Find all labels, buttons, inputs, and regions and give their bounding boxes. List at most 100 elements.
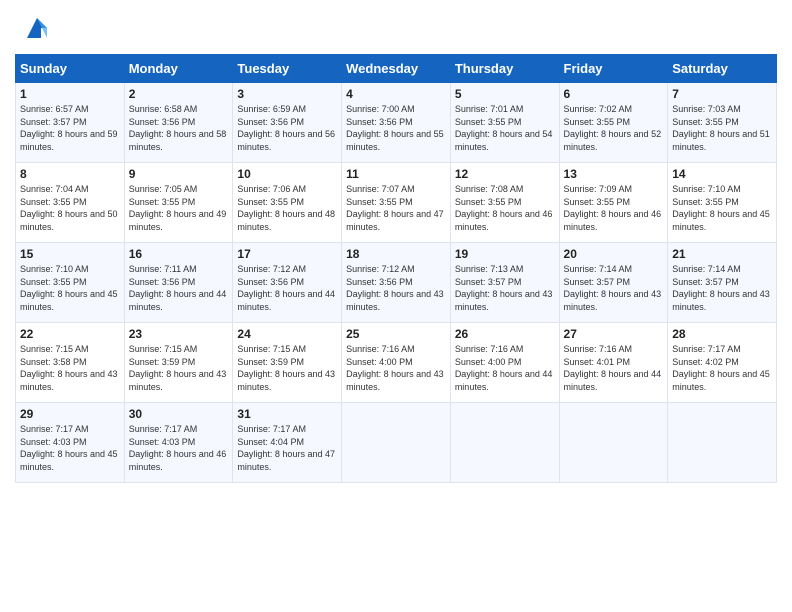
day-info: Sunrise: 7:08 AMSunset: 3:55 PMDaylight:…	[455, 183, 555, 233]
day-number: 4	[346, 87, 446, 101]
day-number: 13	[564, 167, 664, 181]
day-number: 19	[455, 247, 555, 261]
calendar-cell: 13 Sunrise: 7:09 AMSunset: 3:55 PMDayligh…	[559, 163, 668, 243]
calendar-cell: 17 Sunrise: 7:12 AMSunset: 3:56 PMDayligh…	[233, 243, 342, 323]
calendar-cell: 4 Sunrise: 7:00 AMSunset: 3:56 PMDaylight…	[342, 83, 451, 163]
calendar-cell: 12Sunrise: 7:08 AMSunset: 3:55 PMDayligh…	[450, 163, 559, 243]
weekday-header-wednesday: Wednesday	[342, 55, 451, 83]
calendar-cell: 22 Sunrise: 7:15 AMSunset: 3:58 PMDayligh…	[16, 323, 125, 403]
day-number: 2	[129, 87, 229, 101]
day-info: Sunrise: 6:58 AMSunset: 3:56 PMDaylight:…	[129, 103, 229, 153]
day-info: Sunrise: 7:07 AMSunset: 3:55 PMDaylight:…	[346, 183, 446, 233]
page-container: SundayMondayTuesdayWednesdayThursdayFrid…	[0, 0, 792, 493]
calendar-cell: 20 Sunrise: 7:14 AMSunset: 3:57 PMDayligh…	[559, 243, 668, 323]
day-info: Sunrise: 7:05 AMSunset: 3:55 PMDaylight:…	[129, 183, 229, 233]
page-header	[15, 10, 777, 46]
day-number: 5	[455, 87, 555, 101]
day-info: Sunrise: 6:57 AMSunset: 3:57 PMDaylight:…	[20, 103, 120, 153]
day-number: 16	[129, 247, 229, 261]
weekday-header-row: SundayMondayTuesdayWednesdayThursdayFrid…	[16, 55, 777, 83]
calendar-cell: 9 Sunrise: 7:05 AMSunset: 3:55 PMDaylight…	[124, 163, 233, 243]
day-number: 29	[20, 407, 120, 421]
day-info: Sunrise: 7:16 AMSunset: 4:00 PMDaylight:…	[346, 343, 446, 393]
day-info: Sunrise: 7:06 AMSunset: 3:55 PMDaylight:…	[237, 183, 337, 233]
calendar-cell: 6 Sunrise: 7:02 AMSunset: 3:55 PMDaylight…	[559, 83, 668, 163]
calendar-cell: 26Sunrise: 7:16 AMSunset: 4:00 PMDayligh…	[450, 323, 559, 403]
weekday-header-sunday: Sunday	[16, 55, 125, 83]
calendar-cell	[668, 403, 777, 483]
day-info: Sunrise: 7:17 AMSunset: 4:03 PMDaylight:…	[129, 423, 229, 473]
calendar-cell: 7 Sunrise: 7:03 AMSunset: 3:55 PMDaylight…	[668, 83, 777, 163]
day-info: Sunrise: 6:59 AMSunset: 3:56 PMDaylight:…	[237, 103, 337, 153]
day-info: Sunrise: 7:04 AMSunset: 3:55 PMDaylight:…	[20, 183, 120, 233]
calendar-cell: 30 Sunrise: 7:17 AMSunset: 4:03 PMDayligh…	[124, 403, 233, 483]
weekday-header-friday: Friday	[559, 55, 668, 83]
calendar-table: SundayMondayTuesdayWednesdayThursdayFrid…	[15, 54, 777, 483]
day-info: Sunrise: 7:15 AMSunset: 3:58 PMDaylight:…	[20, 343, 120, 393]
day-number: 22	[20, 327, 120, 341]
calendar-cell: 1Sunrise: 6:57 AMSunset: 3:57 PMDaylight…	[16, 83, 125, 163]
calendar-cell	[559, 403, 668, 483]
week-row-3: 15 Sunrise: 7:10 AMSunset: 3:55 PMDayligh…	[16, 243, 777, 323]
week-row-1: 1Sunrise: 6:57 AMSunset: 3:57 PMDaylight…	[16, 83, 777, 163]
day-info: Sunrise: 7:11 AMSunset: 3:56 PMDaylight:…	[129, 263, 229, 313]
calendar-cell: 5 Sunrise: 7:01 AMSunset: 3:55 PMDaylight…	[450, 83, 559, 163]
day-number: 27	[564, 327, 664, 341]
day-number: 20	[564, 247, 664, 261]
day-number: 23	[129, 327, 229, 341]
day-number: 15	[20, 247, 120, 261]
logo	[15, 10, 55, 46]
day-number: 10	[237, 167, 337, 181]
day-number: 17	[237, 247, 337, 261]
day-info: Sunrise: 7:00 AMSunset: 3:56 PMDaylight:…	[346, 103, 446, 153]
calendar-cell: 2 Sunrise: 6:58 AMSunset: 3:56 PMDaylight…	[124, 83, 233, 163]
day-info: Sunrise: 7:01 AMSunset: 3:55 PMDaylight:…	[455, 103, 555, 153]
calendar-cell: 16 Sunrise: 7:11 AMSunset: 3:56 PMDayligh…	[124, 243, 233, 323]
weekday-header-thursday: Thursday	[450, 55, 559, 83]
logo-icon	[19, 10, 55, 46]
day-info: Sunrise: 7:15 AMSunset: 3:59 PMDaylight:…	[237, 343, 337, 393]
day-number: 8	[20, 167, 120, 181]
day-number: 26	[455, 327, 555, 341]
calendar-cell: 3 Sunrise: 6:59 AMSunset: 3:56 PMDaylight…	[233, 83, 342, 163]
day-info: Sunrise: 7:13 AMSunset: 3:57 PMDaylight:…	[455, 263, 555, 313]
calendar-cell: 10 Sunrise: 7:06 AMSunset: 3:55 PMDayligh…	[233, 163, 342, 243]
weekday-header-saturday: Saturday	[668, 55, 777, 83]
day-number: 3	[237, 87, 337, 101]
day-info: Sunrise: 7:17 AMSunset: 4:03 PMDaylight:…	[20, 423, 120, 473]
calendar-cell: 25 Sunrise: 7:16 AMSunset: 4:00 PMDayligh…	[342, 323, 451, 403]
day-info: Sunrise: 7:02 AMSunset: 3:55 PMDaylight:…	[564, 103, 664, 153]
week-row-2: 8 Sunrise: 7:04 AMSunset: 3:55 PMDaylight…	[16, 163, 777, 243]
day-number: 7	[672, 87, 772, 101]
calendar-cell: 18 Sunrise: 7:12 AMSunset: 3:56 PMDayligh…	[342, 243, 451, 323]
day-number: 6	[564, 87, 664, 101]
calendar-cell: 24Sunrise: 7:15 AMSunset: 3:59 PMDayligh…	[233, 323, 342, 403]
calendar-cell	[450, 403, 559, 483]
weekday-header-monday: Monday	[124, 55, 233, 83]
day-info: Sunrise: 7:09 AMSunset: 3:55 PMDaylight:…	[564, 183, 664, 233]
day-number: 11	[346, 167, 446, 181]
day-number: 25	[346, 327, 446, 341]
weekday-header-tuesday: Tuesday	[233, 55, 342, 83]
day-number: 21	[672, 247, 772, 261]
calendar-cell: 23Sunrise: 7:15 AMSunset: 3:59 PMDayligh…	[124, 323, 233, 403]
day-info: Sunrise: 7:10 AMSunset: 3:55 PMDaylight:…	[20, 263, 120, 313]
day-info: Sunrise: 7:14 AMSunset: 3:57 PMDaylight:…	[672, 263, 772, 313]
calendar-cell: 15 Sunrise: 7:10 AMSunset: 3:55 PMDayligh…	[16, 243, 125, 323]
calendar-cell: 27 Sunrise: 7:16 AMSunset: 4:01 PMDayligh…	[559, 323, 668, 403]
calendar-cell: 29 Sunrise: 7:17 AMSunset: 4:03 PMDayligh…	[16, 403, 125, 483]
day-info: Sunrise: 7:12 AMSunset: 3:56 PMDaylight:…	[237, 263, 337, 313]
day-number: 30	[129, 407, 229, 421]
day-number: 9	[129, 167, 229, 181]
day-info: Sunrise: 7:14 AMSunset: 3:57 PMDaylight:…	[564, 263, 664, 313]
day-info: Sunrise: 7:10 AMSunset: 3:55 PMDaylight:…	[672, 183, 772, 233]
calendar-cell	[342, 403, 451, 483]
calendar-cell: 8 Sunrise: 7:04 AMSunset: 3:55 PMDaylight…	[16, 163, 125, 243]
day-info: Sunrise: 7:12 AMSunset: 3:56 PMDaylight:…	[346, 263, 446, 313]
day-number: 18	[346, 247, 446, 261]
day-info: Sunrise: 7:16 AMSunset: 4:01 PMDaylight:…	[564, 343, 664, 393]
calendar-cell: 21 Sunrise: 7:14 AMSunset: 3:57 PMDayligh…	[668, 243, 777, 323]
calendar-cell: 19 Sunrise: 7:13 AMSunset: 3:57 PMDayligh…	[450, 243, 559, 323]
day-info: Sunrise: 7:03 AMSunset: 3:55 PMDaylight:…	[672, 103, 772, 153]
day-number: 31	[237, 407, 337, 421]
